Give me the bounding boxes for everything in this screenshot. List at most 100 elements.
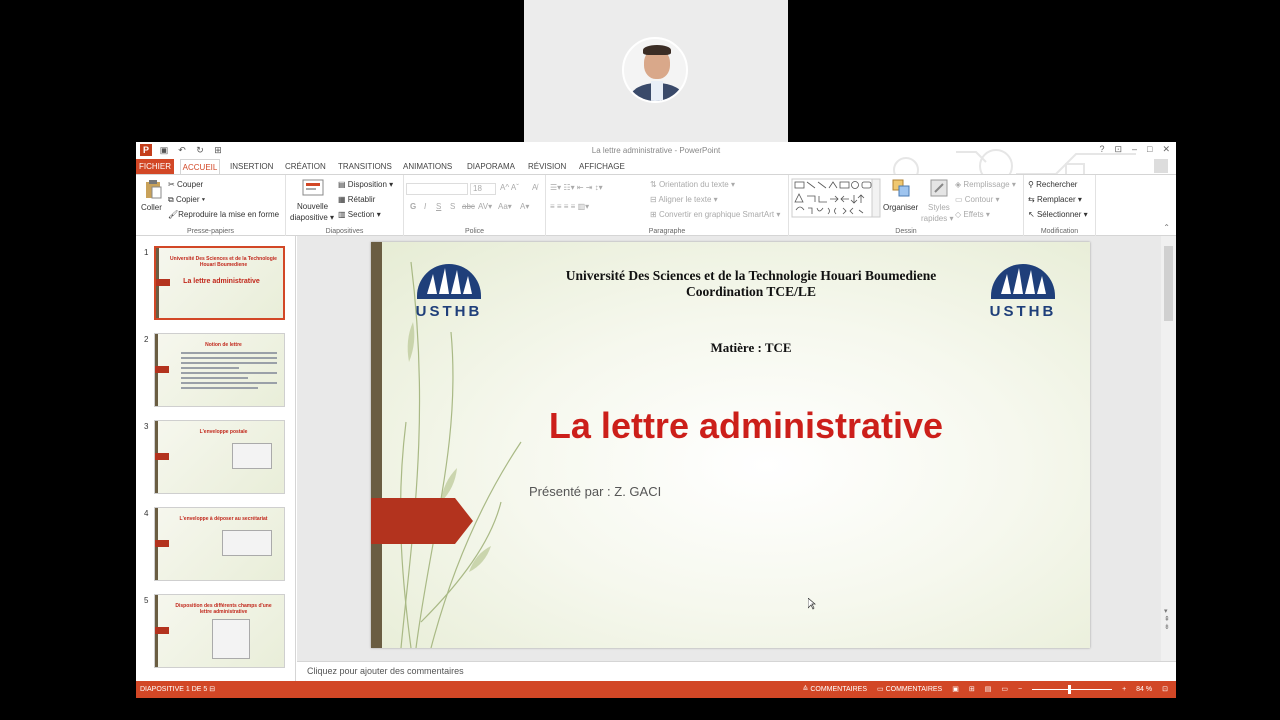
scissors-icon: ✂ <box>168 180 177 189</box>
slide-left-bar <box>371 242 382 648</box>
grow-font-icon[interactable]: A^ Aˇ <box>500 183 519 192</box>
font-color-icon[interactable]: A▾ <box>520 202 529 211</box>
group-label-drawing: Dessin <box>895 228 917 235</box>
slide-thumbnail-1[interactable]: Université Des Sciences et de la Technol… <box>154 246 285 320</box>
quick-styles-icon[interactable] <box>929 178 949 198</box>
notes-pane[interactable]: Cliquez pour ajouter des commentaires <box>297 661 1176 681</box>
thumbnail-number: 5 <box>144 596 149 605</box>
close-icon[interactable]: ✕ <box>1162 144 1170 155</box>
group-label-clipboard: Presse-papiers <box>186 228 235 235</box>
align-text-button[interactable]: ⊟ Aligner le texte ▾ <box>650 195 718 204</box>
find-button[interactable]: ⚲ Rechercher <box>1028 180 1077 189</box>
fit-slide-icon[interactable]: ⊡ <box>1162 685 1168 693</box>
arrange-button[interactable]: Organiser <box>883 203 918 212</box>
thumbnail-number: 4 <box>144 509 149 518</box>
slide-university-heading: Université Des Sciences et de la Technol… <box>501 268 1001 300</box>
font-name-field[interactable] <box>406 183 468 195</box>
underline-icon[interactable]: S <box>436 202 441 211</box>
comments-toggle-button[interactable]: ▭ COMMENTAIRES <box>877 685 942 693</box>
group-clipboard: Coller ✂ Couper ⧉ Copier ▾ 🖌Reproduire l… <box>136 175 286 237</box>
slide-thumbnail-4[interactable]: L'enveloppe à déposer au secrétariat <box>154 507 285 581</box>
account-icon[interactable] <box>1154 159 1168 173</box>
layout-button[interactable]: ▤ Disposition ▾ <box>338 180 393 189</box>
new-slide-button[interactable]: diapositive ▾ <box>290 213 334 222</box>
format-painter-button[interactable]: 🖌Reproduire la mise en forme <box>168 210 279 219</box>
coordination-name: Coordination TCE/LE <box>686 284 816 299</box>
select-button[interactable]: ↖ Sélectionner ▾ <box>1028 210 1088 219</box>
tab-design[interactable]: CRÉATION <box>285 159 326 174</box>
zoom-slider[interactable] <box>1032 684 1113 694</box>
slide-thumbnail-5[interactable]: Disposition des différents champs d'une … <box>154 594 285 668</box>
slide-title: La lettre administrative <box>548 405 944 446</box>
new-slide-label[interactable]: Nouvelle <box>297 202 328 211</box>
tab-view[interactable]: AFFICHAGE <box>579 159 625 174</box>
shadow-icon[interactable]: S <box>450 202 455 211</box>
university-name: Université Des Sciences et de la Technol… <box>565 268 937 283</box>
strikethrough-icon[interactable]: abc <box>462 202 475 211</box>
replace-button[interactable]: ⇆ Remplacer ▾ <box>1028 195 1082 204</box>
notes-toggle-button[interactable]: ≙ COMMENTAIRES <box>803 685 867 693</box>
tab-slideshow[interactable]: DIAPORAMA <box>467 159 515 174</box>
normal-view-icon[interactable]: ▣ <box>952 685 959 693</box>
quick-styles-button[interactable]: rapides ▾ <box>921 214 954 223</box>
slide-thumbnail-3[interactable]: L'enveloppe postale <box>154 420 285 494</box>
zoom-level[interactable]: 84 % <box>1136 686 1152 693</box>
tab-file[interactable]: FICHIER <box>136 159 174 174</box>
thumbnail-title: L'enveloppe postale <box>199 429 248 435</box>
reset-button[interactable]: ▦ Rétablir <box>338 195 375 204</box>
character-spacing-icon[interactable]: AV▾ <box>478 202 492 211</box>
arrange-icon[interactable] <box>891 178 911 198</box>
group-editing: ⚲ Rechercher ⇆ Remplacer ▾ ↖ Sélectionne… <box>1024 175 1096 237</box>
tab-home[interactable]: ACCUEIL <box>180 159 220 174</box>
ribbon-tabs: FICHIER ACCUEIL INSERTION CRÉATION TRANS… <box>136 149 1176 185</box>
zoom-out-icon[interactable]: − <box>1018 686 1022 693</box>
section-button[interactable]: ▥ Section ▾ <box>338 210 381 219</box>
shape-outline-button[interactable]: ▭ Contour ▾ <box>955 195 1000 204</box>
cut-button[interactable]: ✂ Couper <box>168 180 203 189</box>
thumbnail-title: L'enveloppe à déposer au secrétariat <box>179 516 268 522</box>
italic-icon[interactable]: I <box>424 202 426 211</box>
tab-animations[interactable]: ANIMATIONS <box>403 159 452 174</box>
copy-button[interactable]: ⧉ Copier ▾ <box>168 195 205 205</box>
paste-icon[interactable] <box>144 179 162 199</box>
quick-styles-label[interactable]: Styles <box>928 203 950 212</box>
shape-fill-button[interactable]: ◈ Remplissage ▾ <box>955 180 1016 189</box>
change-case-icon[interactable]: Aa▾ <box>498 202 512 211</box>
scrollbar-thumb[interactable] <box>1164 246 1173 321</box>
scroll-nav-icons[interactable]: ▾ ⇞ ⇟ <box>1164 608 1170 632</box>
group-slides: Nouvelle diapositive ▾ ▤ Disposition ▾ ▦… <box>286 175 404 237</box>
clear-formatting-icon[interactable]: A̸ <box>532 183 537 192</box>
screen: P ▣ ↶ ↻ ⊞ La lettre administrative - Pow… <box>0 0 1280 720</box>
usthb-logo-left: USTHB <box>416 264 481 320</box>
slide-counter: DIAPOSITIVE 1 DE 5 ⊟ <box>140 686 216 693</box>
ribbon: Coller ✂ Couper ⧉ Copier ▾ 🖌Reproduire l… <box>136 174 1176 237</box>
group-label-editing: Modification <box>1040 228 1079 235</box>
font-size-field[interactable]: 18 <box>470 183 496 195</box>
align-icons[interactable]: ≡ ≡ ≡ ≡ ▥▾ <box>550 202 589 211</box>
language-icon[interactable]: ⊟ <box>209 686 215 693</box>
zoom-in-icon[interactable]: + <box>1122 686 1126 693</box>
reading-view-icon[interactable]: ▤ <box>985 685 992 693</box>
slide-sorter-icon[interactable]: ⊞ <box>969 685 975 693</box>
status-bar: DIAPOSITIVE 1 DE 5 ⊟ ≙ COMMENTAIRES ▭ CO… <box>136 681 1176 698</box>
thumbnail-number: 3 <box>144 422 149 431</box>
collapse-ribbon-icon[interactable]: ⌃ <box>1163 223 1170 232</box>
replace-icon: ⇆ <box>1028 195 1037 204</box>
bold-icon[interactable]: G <box>410 202 416 211</box>
new-slide-icon[interactable] <box>302 178 324 198</box>
text-direction-button[interactable]: ⇅ Orientation du texte ▾ <box>650 180 735 189</box>
bullets-icon[interactable]: ☰▾ ☷▾ ⇤ ⇥ ↕▾ <box>550 183 603 192</box>
tab-insert[interactable]: INSERTION <box>230 159 273 174</box>
maximize-icon[interactable]: □ <box>1147 144 1152 155</box>
copy-icon: ⧉ <box>168 195 176 204</box>
tab-review[interactable]: RÉVISION <box>528 159 566 174</box>
tab-transitions[interactable]: TRANSITIONS <box>338 159 392 174</box>
editor-scrollbar[interactable]: ▾ ⇞ ⇟ <box>1161 236 1176 661</box>
shapes-gallery[interactable] <box>791 178 881 218</box>
shape-effects-button[interactable]: ◇ Effets ▾ <box>955 210 990 219</box>
current-slide[interactable]: USTHB USTHB Université Des Sciences et d… <box>371 242 1090 648</box>
smartart-button[interactable]: ⊞ Convertir en graphique SmartArt ▾ <box>650 210 780 219</box>
slideshow-view-icon[interactable]: ▭ <box>1001 685 1008 693</box>
slide-thumbnail-2[interactable]: Notion de lettre <box>154 333 285 407</box>
paste-button[interactable]: Coller <box>141 203 162 212</box>
